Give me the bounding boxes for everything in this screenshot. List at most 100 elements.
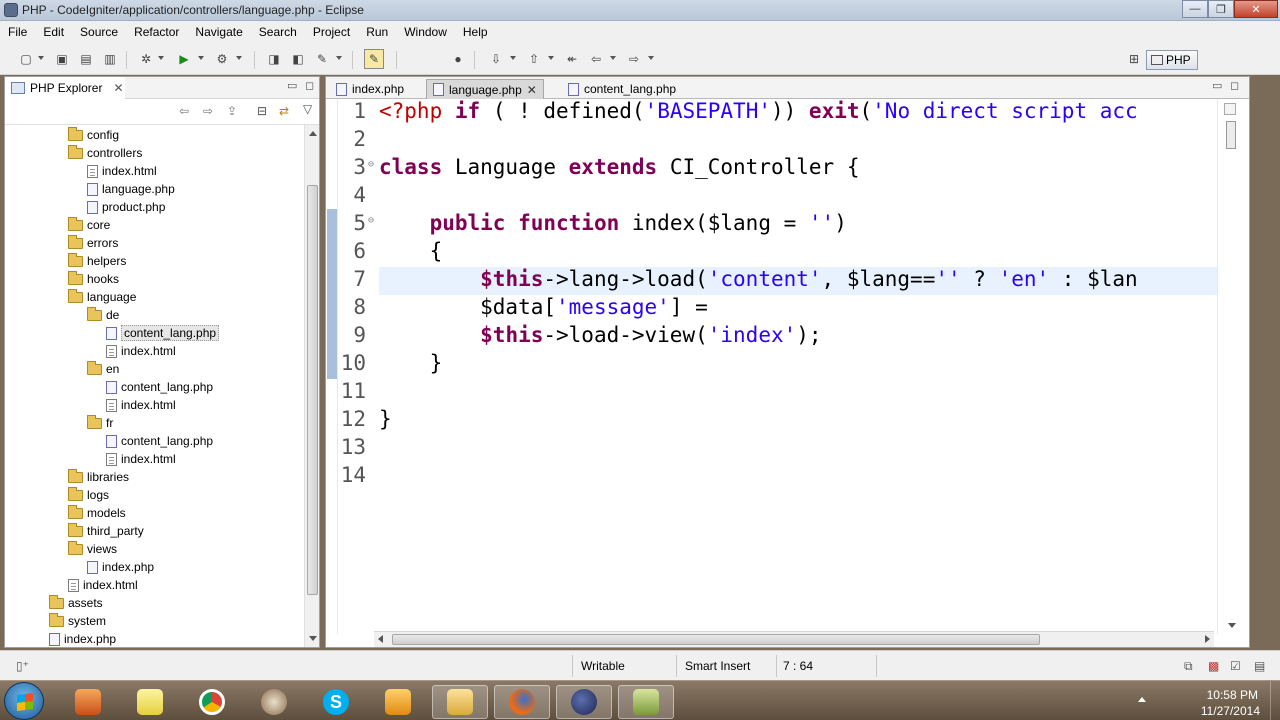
save-all-icon[interactable]: ▤ — [78, 51, 94, 67]
last-edit-icon[interactable]: ↞ — [564, 51, 580, 67]
link-with-editor-icon[interactable]: ⇄ — [279, 104, 289, 118]
code-line[interactable]: <?php if ( ! defined('BASEPATH')) exit('… — [379, 99, 1138, 123]
scroll-left-icon[interactable] — [378, 635, 383, 643]
scroll-thumb[interactable] — [307, 185, 318, 595]
tree-folder[interactable]: errors — [68, 234, 118, 252]
explorer-vertical-scrollbar[interactable] — [304, 125, 319, 647]
code-line[interactable]: class Language extends CI_Controller { — [379, 155, 859, 179]
open-perspective-icon[interactable]: ⊞ — [1126, 51, 1142, 67]
globe-icon[interactable]: ● — [450, 51, 466, 67]
problems-icon[interactable]: ▩ — [1208, 659, 1219, 673]
php-perspective-button[interactable]: PHP — [1146, 50, 1198, 70]
tree-file[interactable]: index.html — [106, 396, 176, 414]
scroll-right-icon[interactable] — [1205, 635, 1210, 643]
tree-folder[interactable]: en — [87, 360, 119, 378]
menu-source[interactable]: Source — [72, 21, 126, 43]
new-file-icon[interactable]: ▢ — [18, 51, 34, 67]
menu-project[interactable]: Project — [305, 21, 358, 43]
menu-search[interactable]: Search — [251, 21, 305, 43]
overview-ruler-button[interactable] — [1224, 103, 1236, 115]
next-annotation-icon[interactable]: ⇩ — [488, 51, 504, 67]
code-text-area[interactable]: 1 <?php if ( ! defined('BASEPATH')) exit(… — [338, 99, 1218, 634]
tab-language-php[interactable]: language.php ✕ — [426, 79, 544, 99]
run-icon[interactable]: ▶ — [176, 51, 192, 67]
tree-file[interactable]: content_lang.php — [106, 432, 213, 450]
tree-folder[interactable]: helpers — [68, 252, 126, 270]
tree-file[interactable]: index.html — [106, 450, 176, 468]
tree-folder[interactable]: third_party — [68, 522, 144, 540]
tree-folder[interactable]: hooks — [68, 270, 119, 288]
toggle-mark-occurrences-icon[interactable]: ✎ — [364, 49, 384, 69]
start-button[interactable] — [4, 682, 44, 720]
minimize-button[interactable]: — — [1182, 0, 1208, 18]
horizontal-scroll-thumb[interactable] — [392, 634, 1040, 645]
tree-file[interactable]: index.php — [49, 630, 116, 647]
external-tools-icon[interactable]: ⚙ — [214, 51, 230, 67]
previous-annotation-icon[interactable]: ⇧ — [526, 51, 542, 67]
fast-view-icon[interactable]: ▯⁺ — [16, 659, 29, 673]
code-line[interactable]: } — [379, 407, 392, 431]
tab-index-php[interactable]: index.php — [330, 79, 410, 99]
taskbar-sticky-notes[interactable] — [122, 685, 178, 719]
code-line[interactable]: public function index($lang = '') — [379, 211, 847, 235]
wand-icon[interactable]: ✎ — [314, 51, 330, 67]
taskbar-skype[interactable]: S — [308, 685, 364, 719]
taskbar-recorder[interactable] — [618, 685, 674, 719]
tree-file[interactable]: content_lang.php — [106, 378, 213, 396]
maximize-button[interactable]: ❐ — [1208, 0, 1234, 18]
code-line[interactable]: $this->load->view('index'); — [379, 323, 821, 347]
print-icon[interactable]: ▥ — [102, 51, 118, 67]
back-icon[interactable]: ⇦ — [588, 51, 604, 67]
minimize-view-icon[interactable]: ▭ — [287, 79, 297, 92]
maximize-editor-icon[interactable]: ◻ — [1230, 79, 1239, 92]
maximize-view-icon[interactable]: ◻ — [305, 79, 314, 92]
menu-run[interactable]: Run — [358, 21, 396, 43]
code-line[interactable]: $this->lang->load('content', $lang=='' ?… — [379, 267, 1138, 291]
menu-window[interactable]: Window — [396, 21, 455, 43]
taskbar-gimp[interactable] — [246, 685, 302, 719]
new-dropdown-icon[interactable] — [38, 56, 44, 60]
back-dropdown-icon[interactable] — [610, 56, 616, 60]
tree-file[interactable]: index.php — [87, 558, 154, 576]
tree-folder[interactable]: libraries — [68, 468, 129, 486]
tree-file[interactable]: index.html — [68, 576, 138, 594]
code-line[interactable]: } — [379, 351, 443, 375]
clock-date[interactable]: 11/27/2014 — [1201, 704, 1260, 718]
menu-refactor[interactable]: Refactor — [126, 21, 187, 43]
taskbar-explorer[interactable] — [432, 685, 488, 719]
close-tab-icon[interactable]: ✕ — [527, 83, 537, 97]
editor-horizontal-scrollbar[interactable] — [374, 631, 1214, 647]
tree-file[interactable]: index.html — [106, 342, 176, 360]
tree-file[interactable]: index.html — [87, 162, 157, 180]
taskbar-firefox[interactable] — [494, 685, 550, 719]
menu-file[interactable]: File — [0, 21, 35, 43]
tree-folder[interactable]: fr — [87, 414, 113, 432]
minimized-view-icon[interactable]: ⧉ — [1184, 659, 1193, 674]
next-annotation-dropdown-icon[interactable] — [510, 56, 516, 60]
scroll-down-icon[interactable] — [1228, 623, 1236, 628]
debug-dropdown-icon[interactable] — [158, 56, 164, 60]
debug-icon[interactable]: ✲ — [138, 51, 154, 67]
tree-file[interactable]: content_lang.php — [106, 324, 220, 342]
forward-dropdown-icon[interactable] — [648, 56, 654, 60]
forward-icon[interactable]: ⇨ — [626, 51, 642, 67]
minimize-editor-icon[interactable]: ▭ — [1212, 79, 1222, 92]
open-folder-icon[interactable]: ◧ — [290, 51, 306, 67]
back-icon[interactable]: ⇦ — [179, 104, 189, 118]
tree-folder[interactable]: models — [68, 504, 126, 522]
tasks-icon[interactable]: ☑ — [1230, 659, 1241, 673]
tree-folder[interactable]: core — [68, 216, 110, 234]
close-tab-icon[interactable]: ✕ — [113, 81, 123, 95]
scroll-up-icon[interactable] — [309, 131, 317, 136]
editor-scroll-thumb[interactable] — [1226, 121, 1236, 149]
tree-folder[interactable]: language — [68, 288, 136, 306]
tab-content-lang-php[interactable]: content_lang.php — [562, 79, 682, 99]
taskbar-eclipse[interactable] — [556, 685, 612, 719]
tree-folder[interactable]: de — [87, 306, 119, 324]
taskbar-outlook[interactable] — [370, 685, 426, 719]
taskbar-media-player[interactable] — [60, 685, 116, 719]
show-hidden-icons-icon[interactable] — [1138, 697, 1146, 702]
tree-folder[interactable]: controllers — [68, 144, 142, 162]
editor-overview-ruler[interactable] — [1217, 99, 1249, 634]
tree-file[interactable]: language.php — [87, 180, 175, 198]
